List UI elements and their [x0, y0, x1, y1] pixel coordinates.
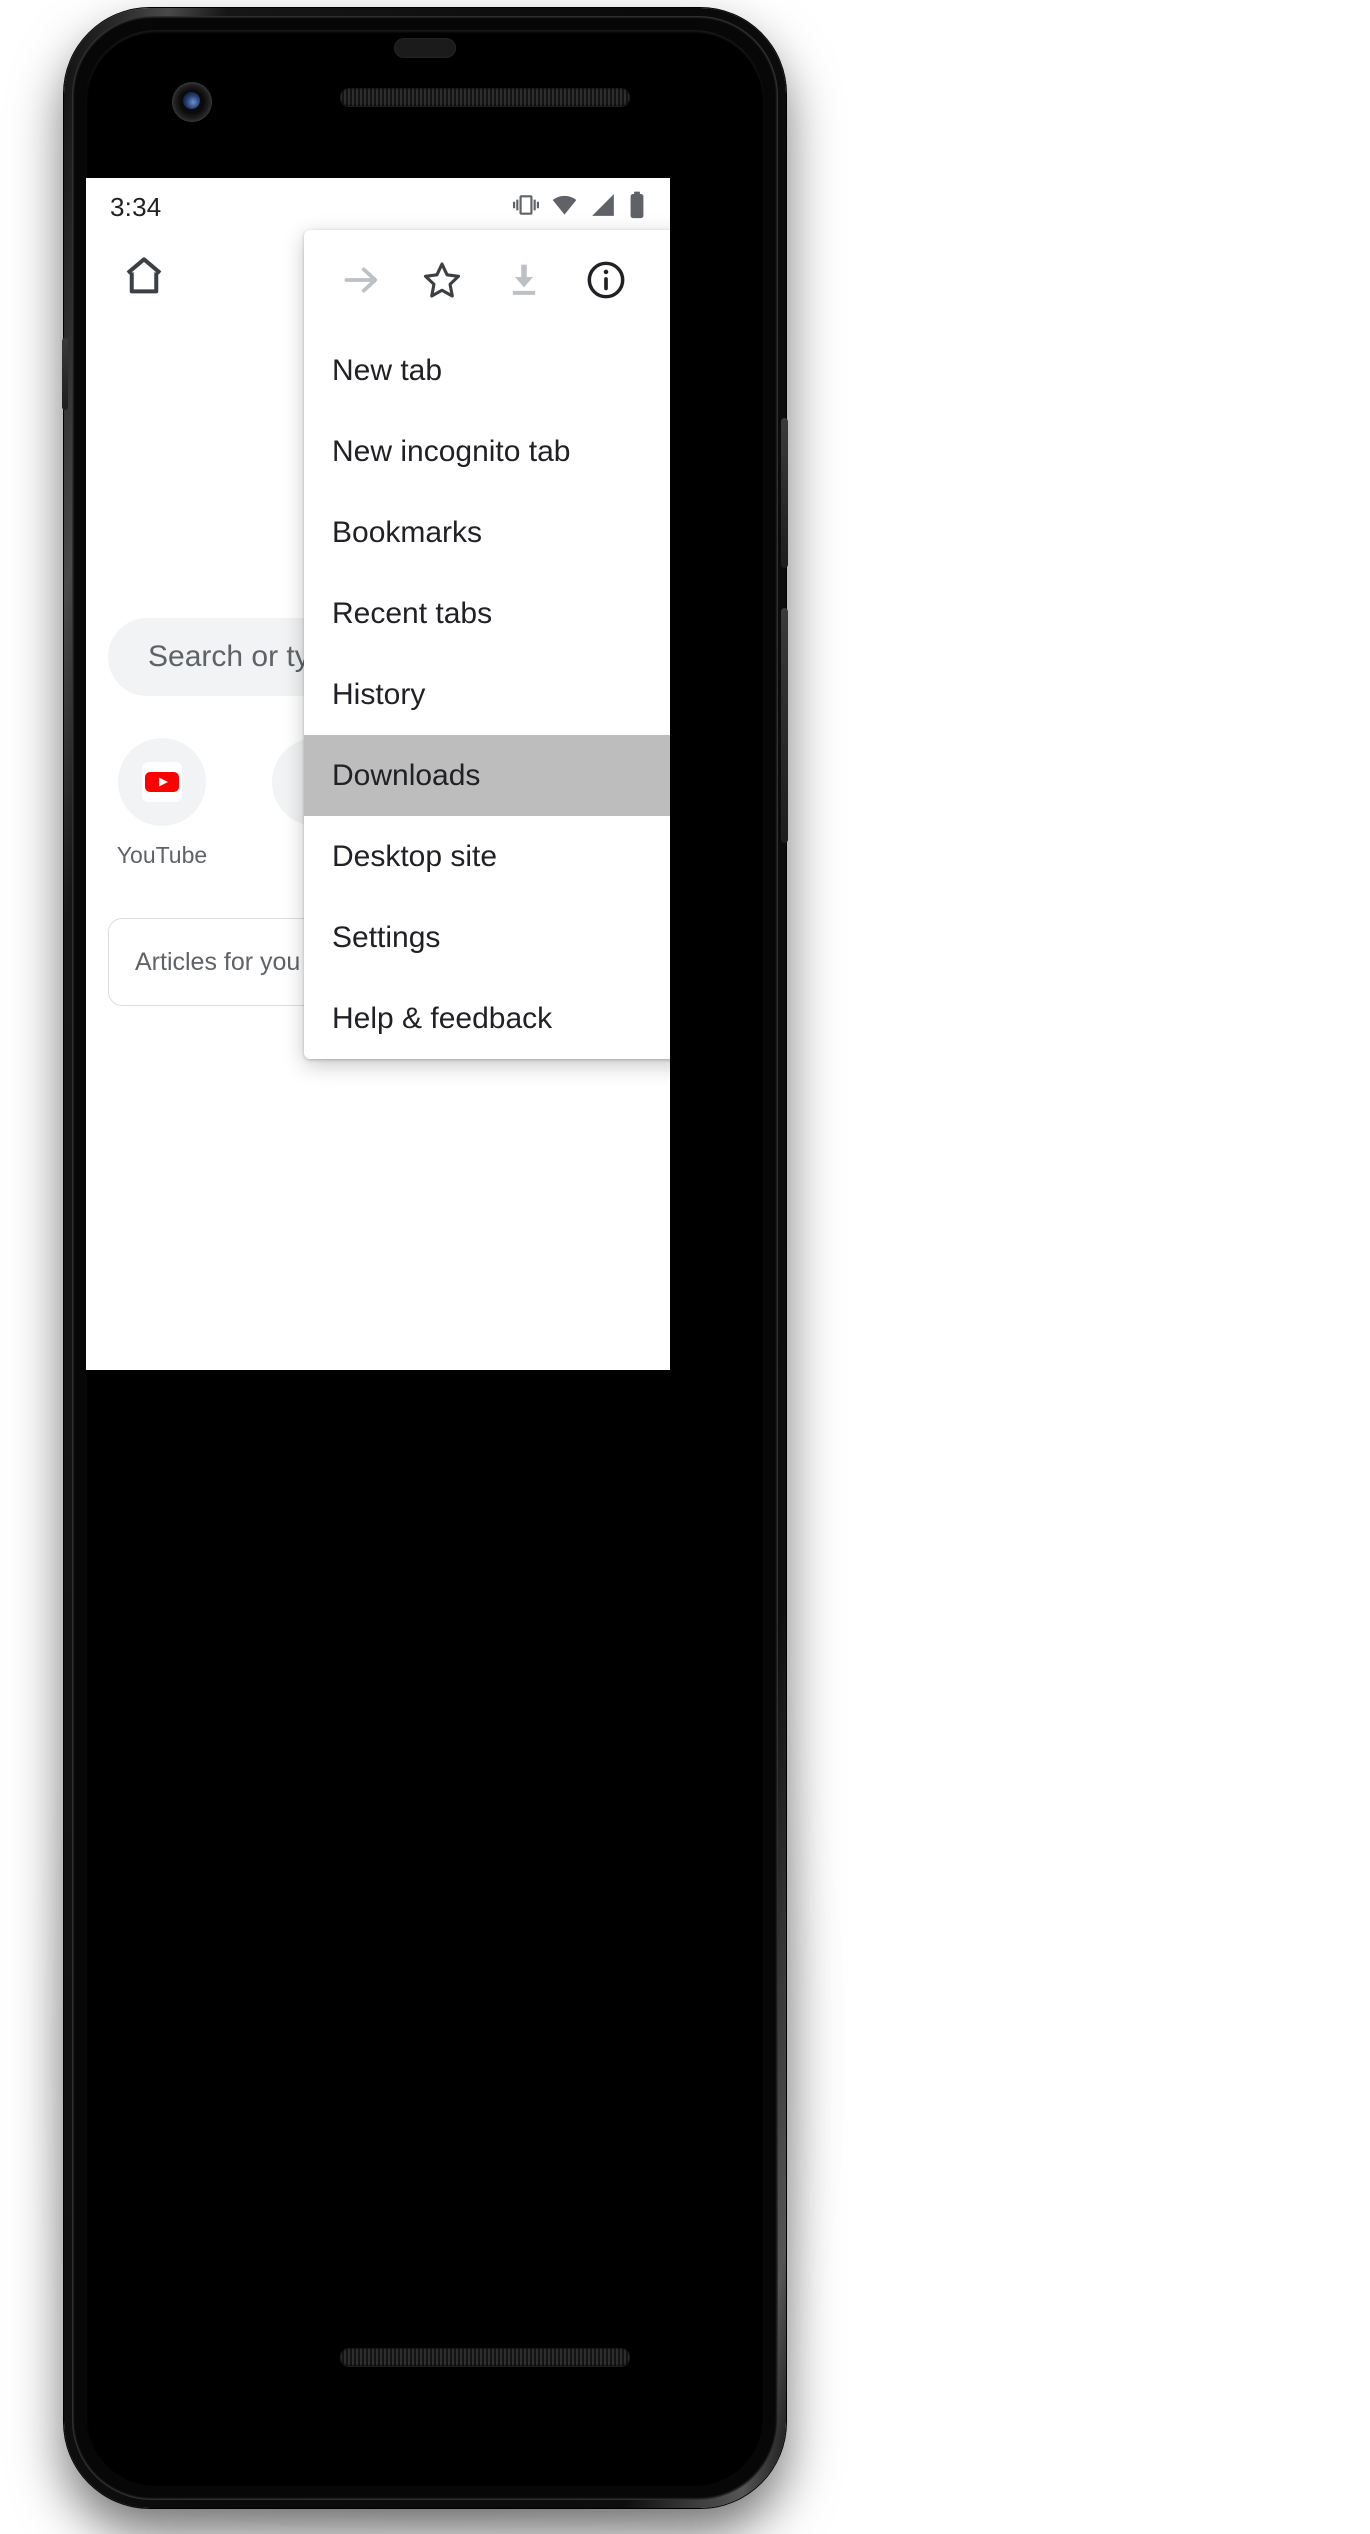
volume-button[interactable]	[781, 608, 788, 843]
phone-screen: 3:34 Search or YouTube Articles for you …	[86, 178, 670, 1370]
menu-item-label: Recent tabs	[332, 596, 493, 630]
menu-item-recent-tabs[interactable]: Recent tabs	[304, 573, 670, 654]
home-button[interactable]	[114, 246, 174, 306]
menu-item-label: New incognito tab	[332, 434, 571, 468]
articles-for-you-label: Articles for you	[135, 947, 301, 976]
menu-item-label: Settings	[332, 920, 441, 954]
menu-item-downloads[interactable]: Downloads	[304, 735, 670, 816]
menu-item-history[interactable]: History	[304, 654, 670, 735]
menu-item-new-tab[interactable]: New tab	[304, 330, 670, 411]
wifi-icon	[551, 191, 578, 223]
tile-icon-container	[118, 738, 206, 826]
app-menu-popup: New tab New incognito tab Bookmarks Recent …	[304, 230, 670, 1059]
tile-label: YouTube	[116, 842, 208, 868]
menu-item-help-feedback[interactable]: Help & feedback	[304, 978, 670, 1059]
menu-item-label: Help & feedback	[332, 1001, 553, 1035]
menu-item-label: Desktop site	[332, 839, 498, 873]
vibrate-icon	[513, 192, 539, 223]
cellular-signal-icon	[590, 192, 616, 223]
forward-button[interactable]	[332, 251, 390, 309]
menu-item-label: Downloads	[332, 758, 481, 792]
menu-item-label: Bookmarks	[332, 515, 483, 549]
app-menu-item-list: New tab New incognito tab Bookmarks Recent …	[304, 330, 670, 1059]
menu-item-desktop-site[interactable]: Desktop site	[304, 816, 670, 897]
menu-item-label: History	[332, 677, 426, 711]
menu-item-new-incognito-tab[interactable]: New incognito tab	[304, 411, 670, 492]
app-menu-icon-row	[304, 230, 670, 330]
info-icon	[587, 261, 625, 299]
bookmark-button[interactable]	[413, 251, 471, 309]
youtube-icon	[142, 762, 182, 802]
earpiece-speaker	[340, 88, 630, 106]
menu-item-settings[interactable]: Settings	[304, 897, 670, 978]
forward-icon	[344, 267, 377, 293]
status-bar: 3:34	[86, 178, 670, 236]
front-camera-icon	[172, 82, 212, 122]
reload-button[interactable]	[658, 251, 670, 309]
menu-item-label: New tab	[332, 353, 443, 387]
star-icon	[424, 262, 461, 298]
page-info-button[interactable]	[577, 251, 635, 309]
reload-icon	[665, 258, 670, 302]
tile-youtube[interactable]: YouTube	[108, 738, 216, 869]
status-clock: 3:34	[110, 191, 162, 222]
battery-icon	[628, 191, 646, 224]
left-side-button[interactable]	[62, 338, 68, 410]
download-button[interactable]	[495, 251, 553, 309]
menu-item-bookmarks[interactable]: Bookmarks	[304, 492, 670, 573]
download-icon	[512, 264, 536, 295]
top-notch-speaker	[394, 38, 456, 58]
home-icon	[126, 257, 162, 294]
power-button[interactable]	[781, 418, 788, 568]
status-icon-group	[513, 191, 646, 224]
bottom-speaker	[340, 2348, 630, 2366]
